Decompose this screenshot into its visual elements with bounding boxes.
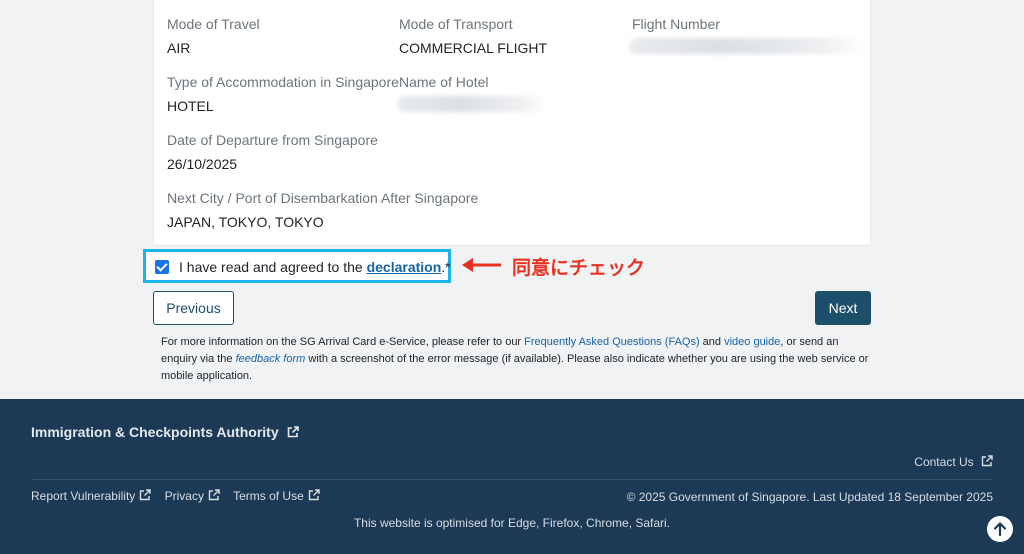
field-flight-number: Flight Number [632,15,720,33]
field-label: Flight Number [632,16,720,32]
declaration-checkbox-row[interactable]: I have read and agreed to the declaratio… [143,249,451,283]
field-label: Mode of Transport [399,16,513,32]
field-label: Type of Accommodation in Singapore [167,74,399,90]
video-guide-link[interactable]: video guide [724,336,780,348]
back-to-top-button[interactable] [987,516,1013,542]
contact-us-link[interactable]: Contact Us [914,455,993,469]
declaration-prefix: I have read and agreed to the [179,259,367,275]
help-info-text: For more information on the SG Arrival C… [161,334,877,385]
next-button[interactable]: Next [815,291,871,325]
external-link-icon [208,489,220,501]
annotation-label: 同意にチェック [512,258,646,279]
redacted-flight-number [629,38,864,54]
contact-us-label: Contact Us [914,455,974,469]
field-accommodation-type: Type of Accommodation in Singapore HOTEL [167,73,399,115]
terms-of-use-label: Terms of Use [233,489,304,503]
redacted-hotel-name [397,96,547,112]
red-left-arrow-icon [462,258,501,272]
external-link-icon [981,455,993,467]
declaration-link[interactable]: declaration [367,259,442,275]
terms-of-use-link[interactable]: Terms of Use [233,489,320,503]
copyright-text: © 2025 Government of Singapore. Last Upd… [626,490,993,504]
browser-support-text: This website is optimised for Edge, Fire… [353,516,671,530]
field-label: Next City / Port of Disembarkation After… [167,190,479,206]
external-link-icon [140,489,151,501]
external-link-icon [287,426,299,438]
info-text-2: and [699,336,725,348]
privacy-label: Privacy [164,489,204,503]
field-mode-of-travel: Mode of Travel AIR [167,15,260,57]
report-vulnerability-link[interactable]: Report Vulnerability [31,489,151,503]
declaration-suffix: .* [441,259,451,275]
arrow-up-icon [993,522,1007,537]
external-link-icon [308,489,320,501]
field-value: JAPAN, TOKYO, TOKYO [167,214,324,230]
site-footer: Immigration & Checkpoints Authority Cont… [0,399,1024,554]
field-value: 26/10/2025 [167,156,238,172]
field-value: COMMERCIAL FLIGHT [399,40,548,56]
report-vulnerability-label: Report Vulnerability [31,489,136,503]
privacy-link[interactable]: Privacy [165,489,220,503]
feedback-form-link[interactable]: feedback form [236,353,306,365]
field-label: Name of Hotel [399,74,489,90]
field-next-city: Next City / Port of Disembarkation After… [167,189,478,231]
ica-label: Immigration & Checkpoints Authority [31,424,279,440]
footer-divider [31,479,993,480]
ica-link[interactable]: Immigration & Checkpoints Authority [31,424,299,440]
faq-link[interactable]: Frequently Asked Questions (FAQs) [524,336,699,348]
declaration-text: I have read and agreed to the declaratio… [179,259,451,275]
field-label: Date of Departure from Singapore [167,132,378,148]
declaration-checkbox[interactable] [155,260,169,274]
footer-links: Report Vulnerability Privacy Terms of Us… [31,489,330,503]
travel-details-card: Mode of Travel AIR Mode of Transport COM… [153,0,871,246]
field-hotel-name: Name of Hotel [399,73,488,91]
field-value: AIR [167,40,191,56]
field-mode-of-transport: Mode of Transport COMMERCIAL FLIGHT [399,15,547,57]
field-departure-date: Date of Departure from Singapore 26/10/2… [167,131,378,173]
field-label: Mode of Travel [167,16,260,32]
info-text-1: For more information on the SG Arrival C… [161,336,525,348]
field-value: HOTEL [167,98,214,114]
previous-button[interactable]: Previous [153,291,234,325]
